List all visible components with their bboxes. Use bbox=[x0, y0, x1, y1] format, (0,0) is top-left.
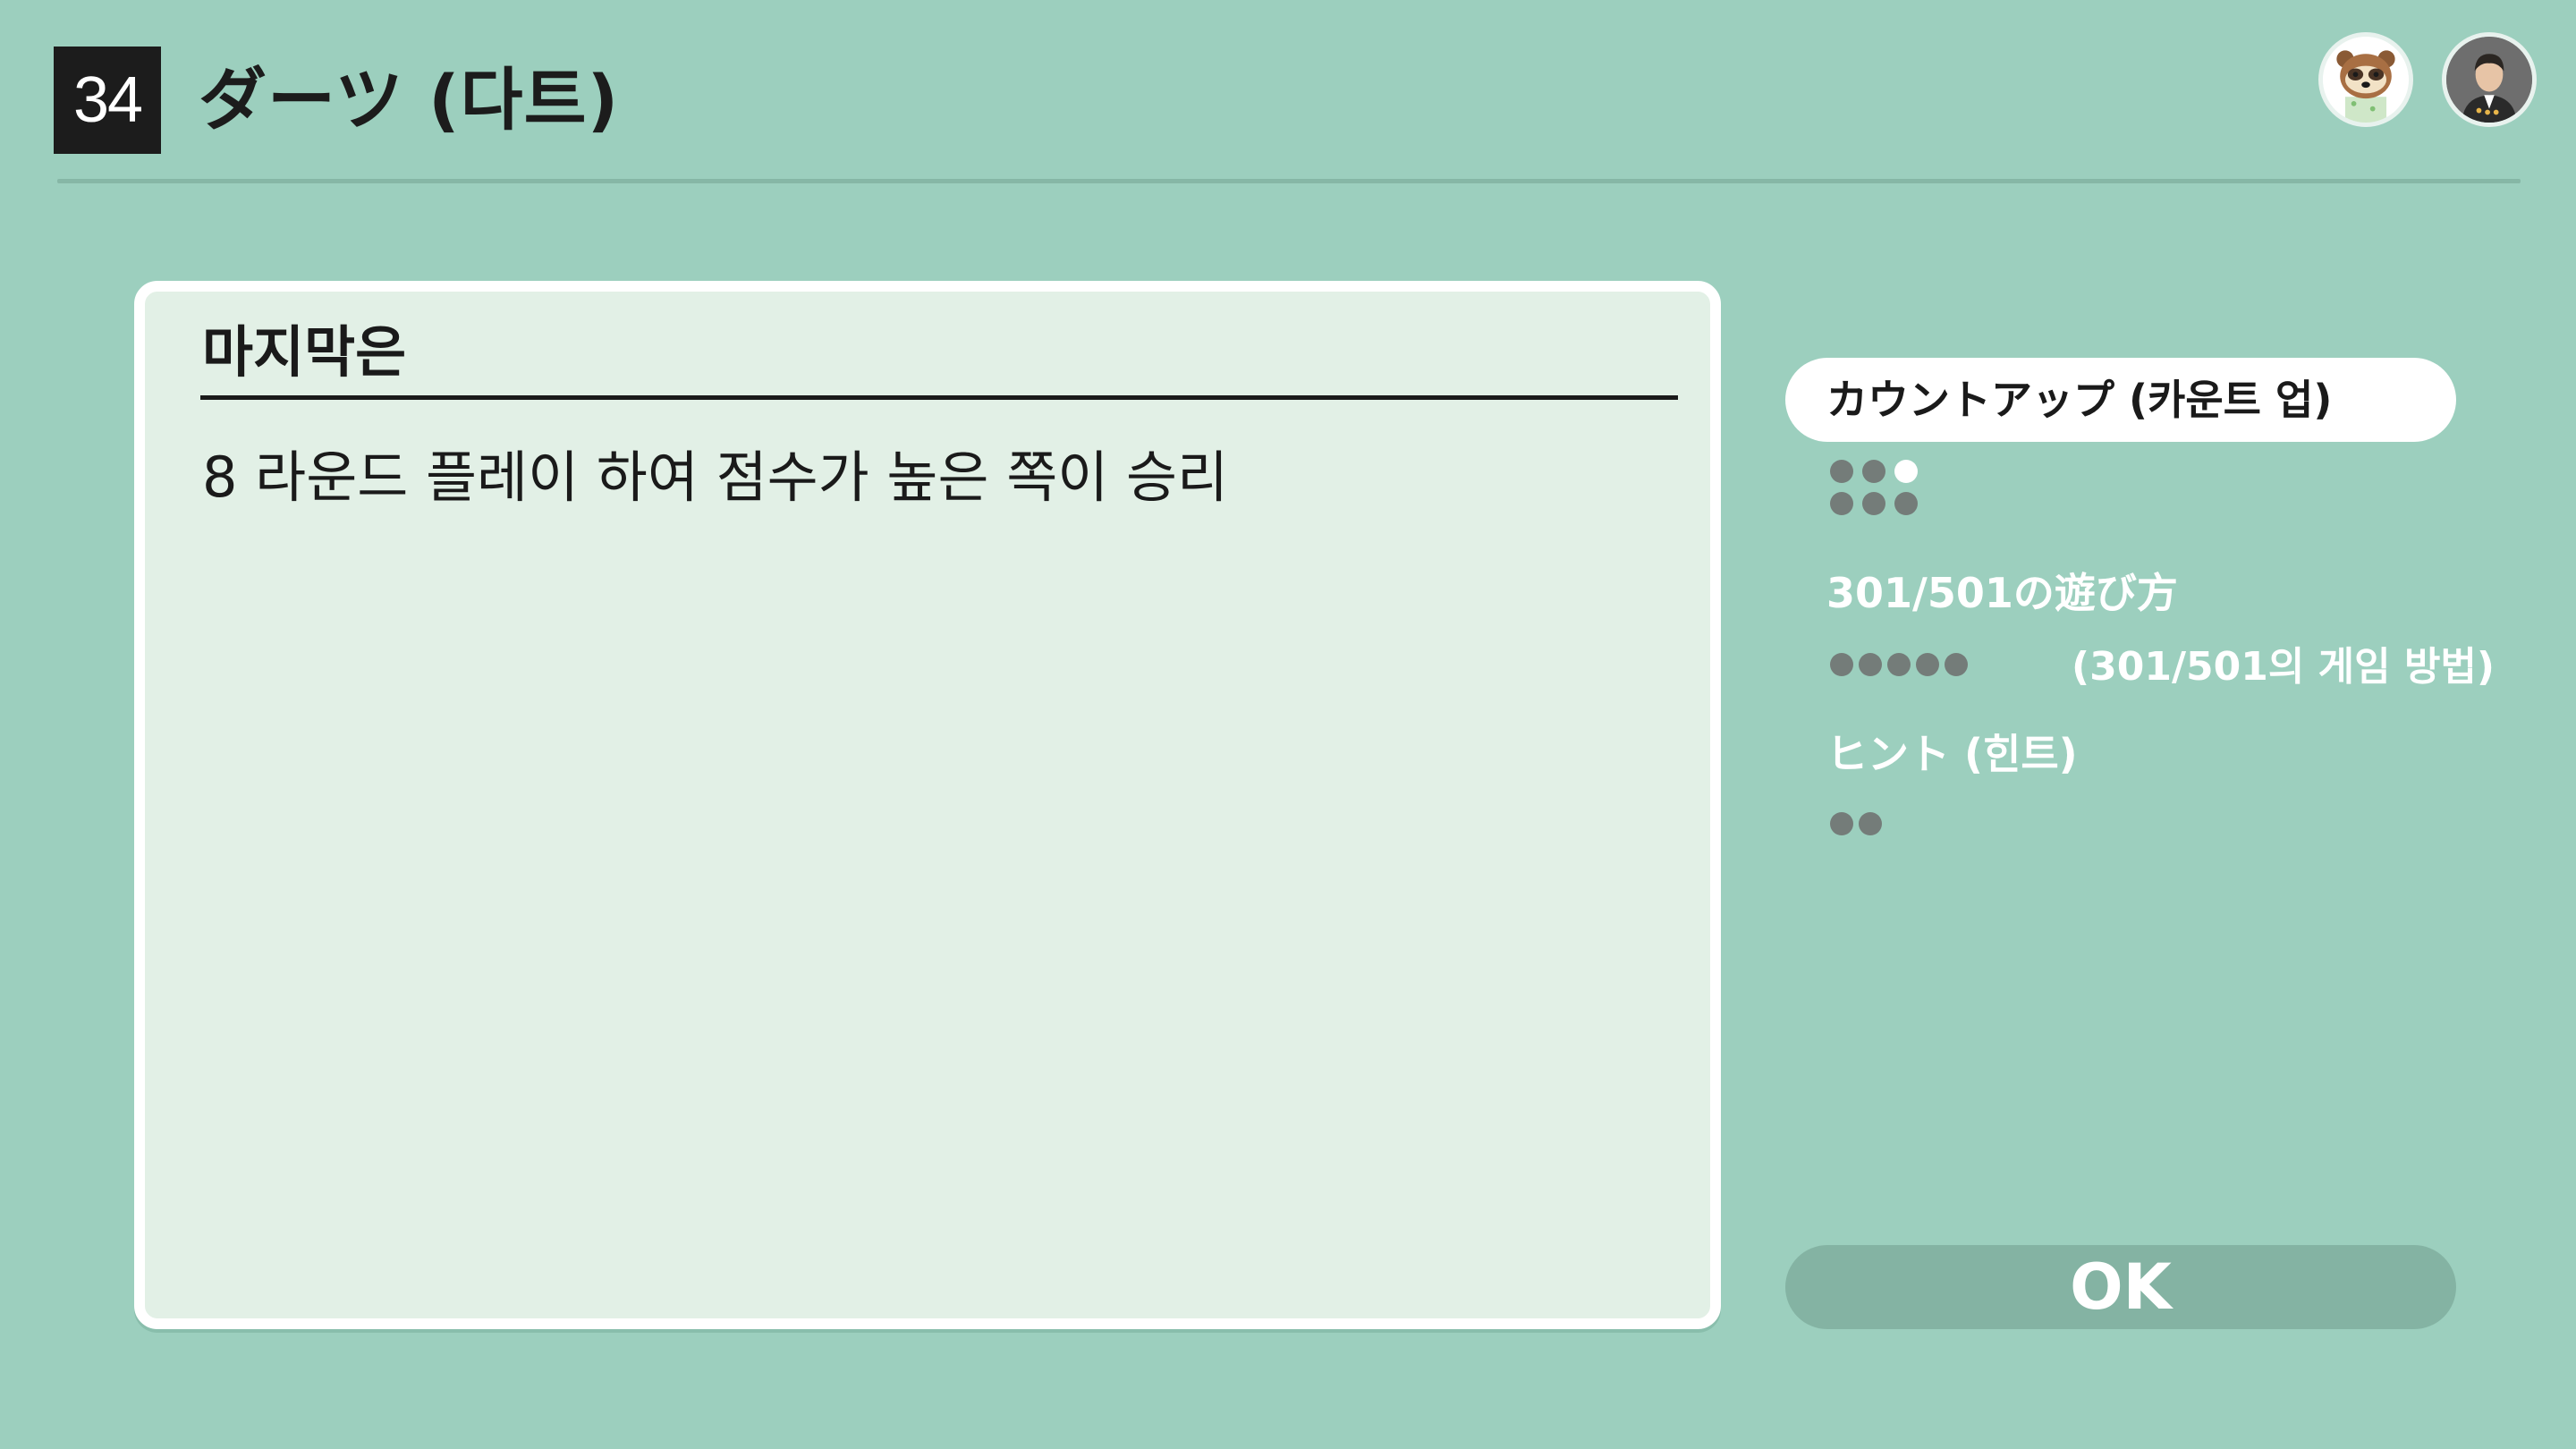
menu-item-label: ヒント (힌트) bbox=[1826, 730, 2078, 778]
page-dot bbox=[1830, 460, 1853, 483]
page-number: 34 bbox=[54, 47, 161, 154]
content-panel: 마지막은 8 라운드 플레이 하여 점수가 높은 쪽이 승리 bbox=[134, 281, 1721, 1329]
page-dot-current bbox=[1894, 460, 1918, 483]
heading-divider bbox=[200, 395, 1678, 400]
raccoon-shopkeeper-avatar-icon[interactable] bbox=[2318, 32, 2413, 127]
panel-body-text: 8 라운드 플레이 하여 점수가 높은 쪽이 승리 bbox=[202, 445, 1229, 510]
panel-heading: 마지막은 bbox=[202, 319, 407, 385]
page-dot bbox=[1830, 653, 1853, 676]
page-dot bbox=[1830, 812, 1853, 835]
menu-item-sublabel: (301/501의 게임 방법) bbox=[2072, 644, 2496, 690]
page-dot bbox=[1945, 653, 1968, 676]
ok-button[interactable]: OK bbox=[1785, 1245, 2456, 1329]
header-divider bbox=[57, 179, 2521, 183]
page-dot bbox=[1830, 492, 1853, 515]
page-dot bbox=[1862, 460, 1885, 483]
page-dot bbox=[1887, 653, 1911, 676]
page-dot bbox=[1916, 653, 1939, 676]
page-dot bbox=[1862, 492, 1885, 515]
page-dot bbox=[1859, 812, 1882, 835]
page-dot bbox=[1894, 492, 1918, 515]
user-avatar-icon[interactable] bbox=[2442, 32, 2537, 127]
menu-item-label: 301/501の遊び方 bbox=[1826, 569, 2178, 617]
page-title: ダーツ (다트) bbox=[199, 60, 620, 140]
menu-item-label: カウントアップ (카운트 업) bbox=[1826, 376, 2333, 424]
page-dot bbox=[1859, 653, 1882, 676]
ok-button-label: OK bbox=[2070, 1250, 2172, 1324]
